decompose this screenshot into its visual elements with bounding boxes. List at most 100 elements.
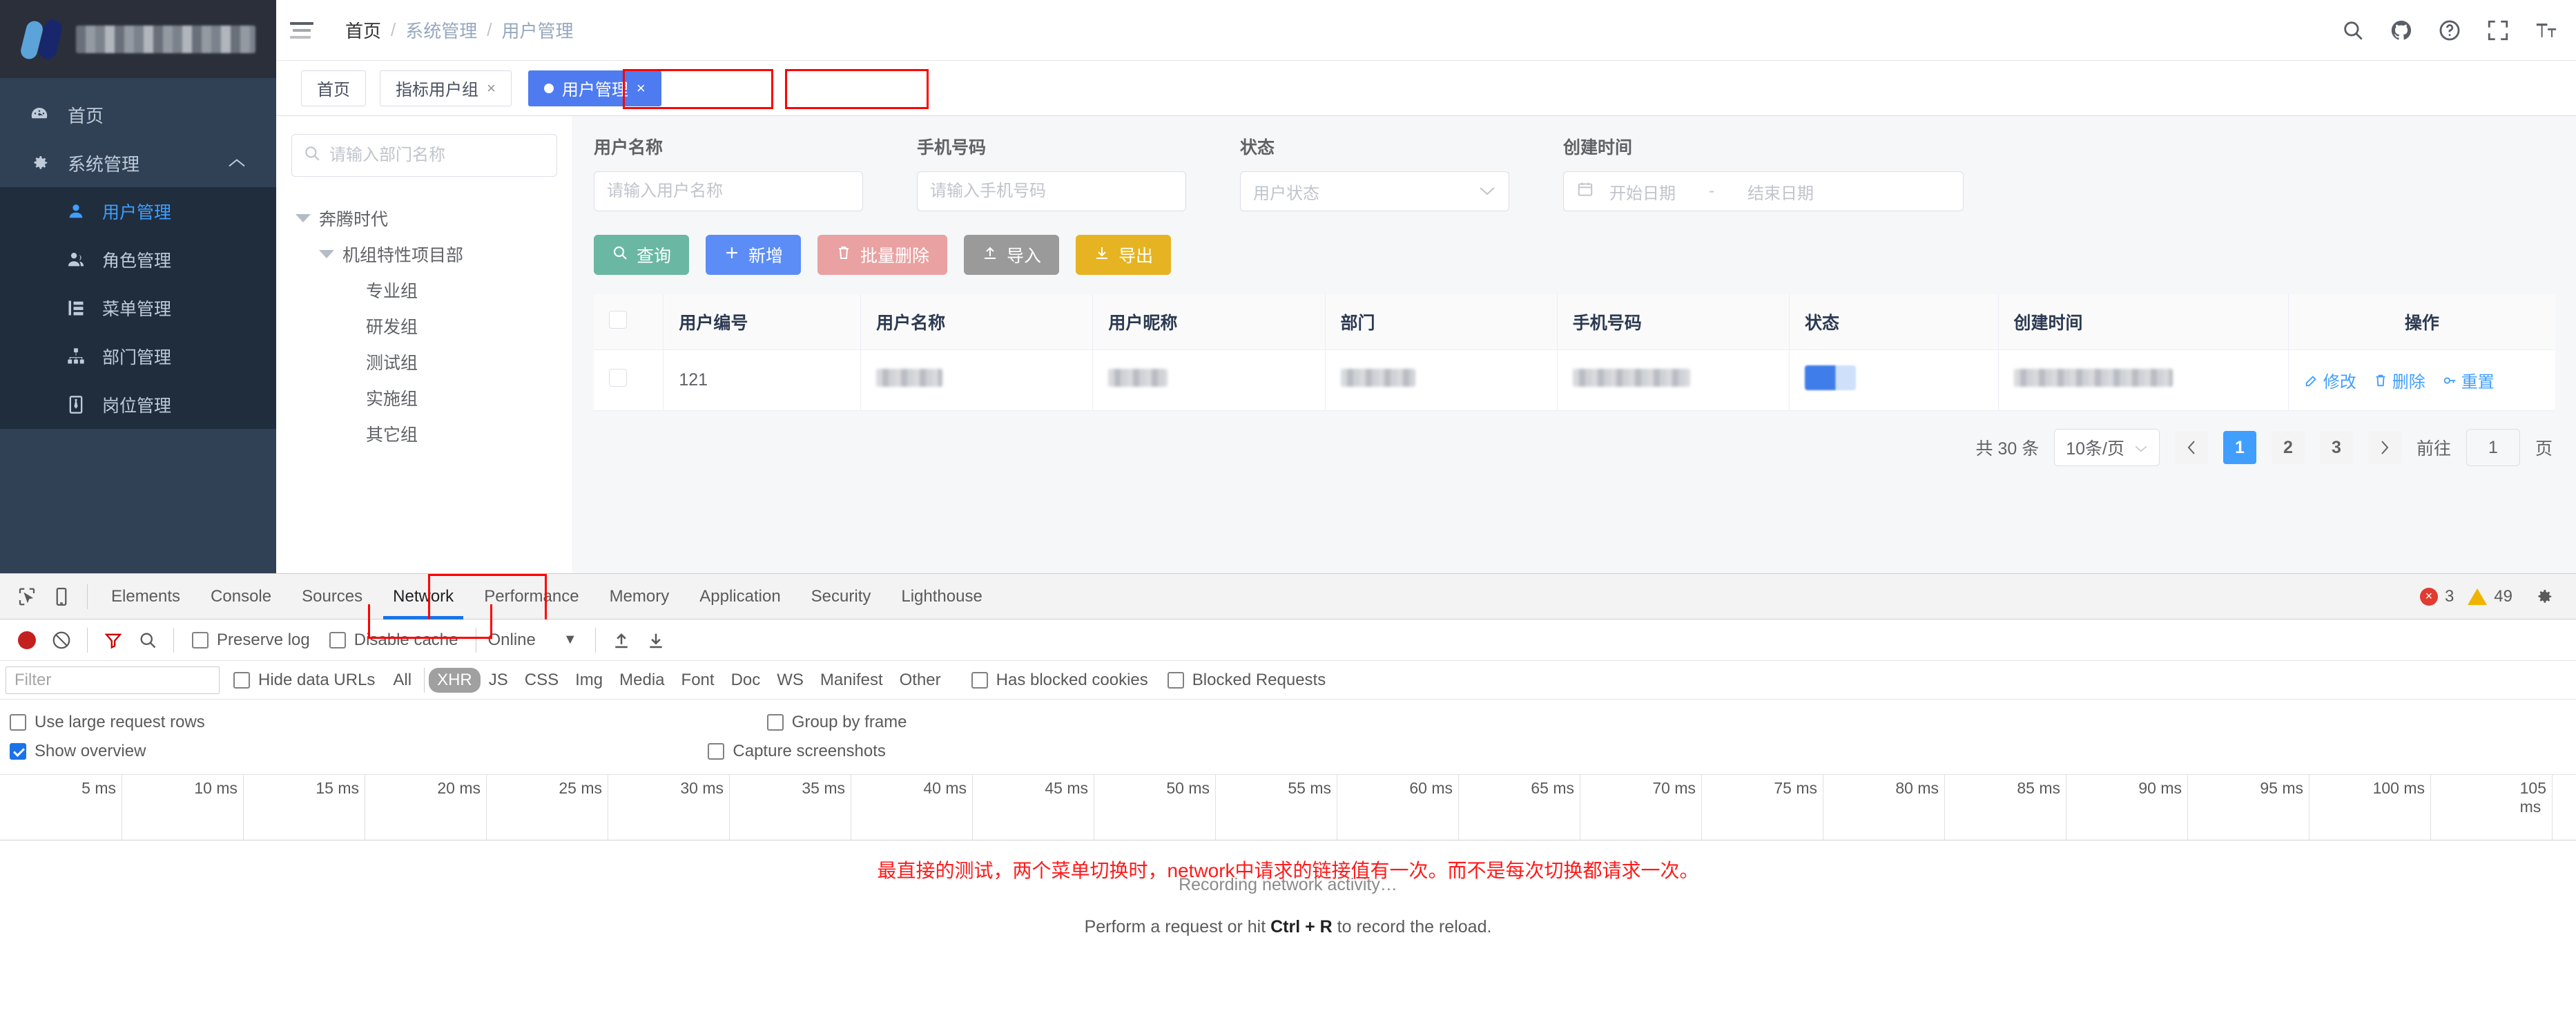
date-end[interactable]: 结束日期 xyxy=(1747,180,1814,204)
filter-icon[interactable] xyxy=(96,623,130,657)
github-icon[interactable] xyxy=(2390,19,2413,42)
batch-delete-button[interactable]: 批量删除 xyxy=(817,235,948,275)
filter-type-css[interactable]: CSS xyxy=(516,668,567,693)
sidebar-item-dept-management[interactable]: 部门管理 xyxy=(0,332,276,381)
record-icon[interactable] xyxy=(10,623,44,657)
phone-input[interactable] xyxy=(930,182,1173,201)
username-input[interactable] xyxy=(607,182,850,201)
filter-type-manifest[interactable]: Manifest xyxy=(812,668,891,693)
page-button-1[interactable]: 1 xyxy=(2222,431,2256,464)
query-button[interactable]: 查询 xyxy=(594,235,690,275)
page-button-3[interactable]: 3 xyxy=(2319,431,2353,464)
devtools-tab-network[interactable]: Network xyxy=(378,574,469,619)
close-icon[interactable]: × xyxy=(487,79,496,97)
add-button[interactable]: 新增 xyxy=(706,235,802,275)
tree-node[interactable]: 测试组 xyxy=(291,344,557,380)
filter-type-all[interactable]: All xyxy=(385,668,420,693)
devtools-tab-application[interactable]: Application xyxy=(684,574,795,619)
tree-node[interactable]: 专业组 xyxy=(291,272,557,308)
clear-icon[interactable] xyxy=(44,623,79,657)
filter-type-xhr[interactable]: XHR xyxy=(429,667,481,693)
tab-home[interactable]: 首页 xyxy=(301,70,366,106)
preserve-log-option[interactable]: Preserve log xyxy=(182,631,320,650)
select-all-checkbox[interactable] xyxy=(609,310,627,329)
hide-data-urls-checkbox[interactable] xyxy=(233,671,250,689)
sidebar-item-user-management[interactable]: 用户管理 xyxy=(0,187,276,236)
devtools-tab-performance[interactable]: Performance xyxy=(469,574,594,619)
status-select[interactable]: 用户状态 xyxy=(1240,171,1509,211)
filter-type-doc[interactable]: Doc xyxy=(723,668,769,693)
sidebar-item-home[interactable]: 首页 xyxy=(0,90,276,139)
capture-screenshots-option[interactable]: Capture screenshots xyxy=(698,742,886,761)
font-size-icon[interactable] xyxy=(2535,19,2558,42)
edit-row-button[interactable]: 修改 xyxy=(2304,368,2356,392)
caret-down-icon[interactable] xyxy=(319,250,334,258)
has-blocked-cookies-checkbox[interactable] xyxy=(971,671,988,689)
page-button-2[interactable]: 2 xyxy=(2271,431,2305,464)
close-icon[interactable]: × xyxy=(637,79,646,97)
blocked-requests-checkbox[interactable] xyxy=(1167,671,1184,689)
sidebar-logo[interactable] xyxy=(0,0,276,78)
devtools-tab-memory[interactable]: Memory xyxy=(594,574,685,619)
warning-count-badge[interactable]: 49 xyxy=(2468,587,2512,606)
group-by-frame-option[interactable]: Group by frame xyxy=(757,713,907,732)
tab-metric-user-group[interactable]: 指标用户组 × xyxy=(380,70,512,106)
department-search[interactable] xyxy=(291,134,557,177)
reset-password-button[interactable]: 重置 xyxy=(2442,368,2495,392)
tree-node[interactable]: 机组特性项目部 xyxy=(291,236,557,272)
department-search-input[interactable] xyxy=(329,146,545,165)
has-blocked-cookies-option[interactable]: Has blocked cookies xyxy=(962,671,1158,690)
devtools-tab-sources[interactable]: Sources xyxy=(287,574,378,619)
breadcrumb-item-0[interactable]: 首页 xyxy=(345,17,381,43)
inspect-icon[interactable] xyxy=(10,579,44,614)
export-button[interactable]: 导出 xyxy=(1076,235,1172,275)
device-toolbar-icon[interactable] xyxy=(44,579,79,614)
delete-row-button[interactable]: 删除 xyxy=(2373,368,2425,392)
filter-type-ws[interactable]: WS xyxy=(768,668,812,693)
row-checkbox[interactable] xyxy=(609,369,627,387)
search-icon[interactable] xyxy=(130,623,165,657)
sidebar-item-menu-management[interactable]: 菜单管理 xyxy=(0,284,276,332)
breadcrumb-item-1[interactable]: 系统管理 xyxy=(405,17,477,43)
sidebar-toggle-icon[interactable] xyxy=(290,15,322,46)
devtools-tab-security[interactable]: Security xyxy=(796,574,887,619)
caret-down-icon[interactable] xyxy=(296,214,311,222)
disable-cache-checkbox[interactable] xyxy=(329,631,346,648)
import-button[interactable]: 导入 xyxy=(964,235,1060,275)
tree-node[interactable]: 研发组 xyxy=(291,308,557,344)
use-large-request-rows-option[interactable]: Use large request rows xyxy=(0,713,205,732)
page-size-select[interactable]: 10条/页 xyxy=(2054,429,2160,466)
show-overview-option[interactable]: Show overview xyxy=(0,742,146,761)
status-toggle[interactable] xyxy=(1804,365,1856,390)
sidebar-item-system[interactable]: 系统管理 xyxy=(0,139,276,187)
network-filter-input[interactable]: Filter xyxy=(6,666,220,694)
next-page-button[interactable] xyxy=(2367,431,2401,464)
date-range-picker[interactable]: 开始日期 - 结束日期 xyxy=(1563,171,1964,211)
error-count-badge[interactable]: × 3 xyxy=(2419,587,2454,606)
filter-type-js[interactable]: JS xyxy=(481,668,516,693)
export-har-icon[interactable] xyxy=(639,623,673,657)
throttling-select[interactable]: Online ▼ xyxy=(485,631,586,650)
tree-node[interactable]: 奔腾时代 xyxy=(291,200,557,236)
gear-icon[interactable] xyxy=(2526,579,2561,614)
date-start[interactable]: 开始日期 xyxy=(1609,180,1676,204)
filter-type-font[interactable]: Font xyxy=(673,668,723,693)
preserve-log-checkbox[interactable] xyxy=(192,631,209,648)
blocked-requests-option[interactable]: Blocked Requests xyxy=(1158,671,1335,690)
filter-type-other[interactable]: Other xyxy=(891,668,949,693)
hide-data-urls-option[interactable]: Hide data URLs xyxy=(231,671,385,690)
devtools-tab-console[interactable]: Console xyxy=(195,574,287,619)
capture-screenshots-checkbox[interactable] xyxy=(708,743,725,760)
prev-page-button[interactable] xyxy=(2174,431,2208,464)
tab-user-management[interactable]: 用户管理 × xyxy=(527,70,661,106)
filter-type-media[interactable]: Media xyxy=(611,668,672,693)
breadcrumb-item-2[interactable]: 用户管理 xyxy=(502,17,574,43)
fullscreen-icon[interactable] xyxy=(2486,19,2510,42)
use-large-request-rows-checkbox[interactable] xyxy=(10,714,26,731)
devtools-tab-lighthouse[interactable]: Lighthouse xyxy=(886,574,997,619)
disable-cache-option[interactable]: Disable cache xyxy=(320,631,468,650)
import-har-icon[interactable] xyxy=(604,623,639,657)
jump-page-input[interactable]: 1 xyxy=(2466,429,2520,466)
tree-node[interactable]: 其它组 xyxy=(291,416,557,452)
filter-type-img[interactable]: Img xyxy=(567,668,611,693)
